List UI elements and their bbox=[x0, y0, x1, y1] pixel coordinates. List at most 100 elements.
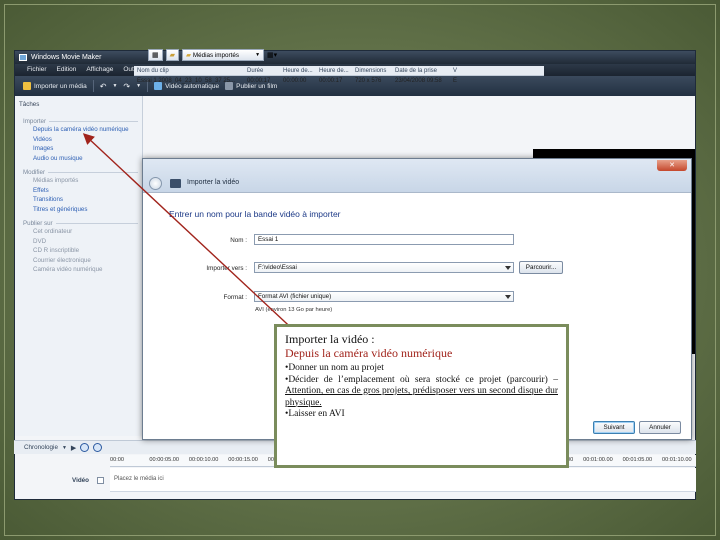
callout-warning: Attention, en cas de gros projets, prédi… bbox=[285, 386, 558, 408]
video-track-label: Vidéo bbox=[72, 477, 90, 484]
window-titlebar: Windows Movie Maker bbox=[15, 51, 695, 64]
task-item[interactable]: Depuis la caméra vidéo numérique bbox=[15, 125, 142, 135]
table-cell: 00:00:17 bbox=[319, 78, 343, 84]
import-to-label: Importer vers : bbox=[206, 265, 247, 272]
browse-button[interactable]: Parcourir... bbox=[519, 261, 563, 274]
collection-dropdown-label: Médias importés bbox=[192, 51, 240, 59]
callout-subtitle: Depuis la caméra vidéo numérique bbox=[285, 346, 453, 360]
zoom-out-icon[interactable] bbox=[93, 443, 103, 452]
ruler-tick-label: 00:01:00.00 bbox=[583, 457, 613, 463]
folder-icon: ▰ bbox=[169, 52, 176, 59]
task-group-label: Publier sur bbox=[23, 220, 53, 227]
column-header[interactable]: V bbox=[450, 66, 460, 75]
task-item[interactable]: Cet ordinateur bbox=[15, 227, 142, 237]
size-info: AVI (environ 13 Go par heure) bbox=[255, 307, 333, 313]
collection-toolbar: ▦ ▰ ▰ Médias importés ▼ ▦▾ bbox=[148, 48, 277, 62]
toolbar-separator bbox=[92, 80, 94, 92]
task-group-label: Modifier bbox=[23, 169, 46, 176]
ruler-tick-label: 00:00 bbox=[110, 457, 124, 463]
task-group-title[interactable]: Importer bbox=[15, 118, 142, 125]
column-header[interactable]: Nom du clip bbox=[134, 66, 244, 75]
table-cell: 23/04/2008 09:58 bbox=[395, 78, 442, 84]
dropdown-arrow-icon: ▼ bbox=[255, 52, 261, 58]
column-header[interactable]: Durée bbox=[244, 66, 280, 75]
next-button[interactable]: Suivant bbox=[593, 421, 635, 434]
format-select[interactable]: Format AVI (fichier unique) bbox=[254, 291, 514, 302]
ruler-tick-label: 00:00:05.00 bbox=[149, 457, 179, 463]
task-item[interactable]: Audio ou musique bbox=[15, 154, 142, 164]
task-list: Importer Depuis la caméra vidéo numérique… bbox=[15, 112, 142, 275]
window-title: Windows Movie Maker bbox=[31, 54, 102, 61]
task-item[interactable]: Images bbox=[15, 144, 142, 154]
menu-item[interactable]: Edition bbox=[57, 64, 77, 76]
view-options-icon[interactable]: ▦▾ bbox=[267, 51, 277, 59]
menu-item[interactable]: Fichier bbox=[27, 64, 47, 76]
table-cell: 720 x 576 bbox=[355, 78, 382, 84]
collection-folder-button[interactable]: ▰ bbox=[165, 49, 180, 61]
task-item[interactable]: CD R inscriptible bbox=[15, 246, 142, 256]
dropdown-arrow-icon[interactable]: ▼ bbox=[112, 83, 117, 89]
table-cell: Essai 1 2008_04_23_10_58_37 25... bbox=[137, 78, 236, 84]
column-header[interactable]: Heure de... bbox=[280, 66, 316, 75]
expand-track-icon[interactable] bbox=[97, 477, 104, 484]
callout-body: •Donner un nom au projet •Décider de l’e… bbox=[285, 363, 558, 421]
chevron-down-icon bbox=[505, 266, 511, 270]
table-header: Nom du clip Durée Heure de... Heure de... Di… bbox=[134, 66, 544, 76]
callout-bullet-text: •Décider de l’emplacement où sera stocké… bbox=[285, 374, 558, 385]
video-track[interactable]: Placez le média ici bbox=[110, 468, 696, 492]
dialog-title: Importer la vidéo bbox=[187, 179, 240, 186]
name-input[interactable]: Essai 1 bbox=[254, 234, 514, 245]
column-header[interactable]: Heure de... bbox=[316, 66, 352, 75]
task-item[interactable]: Titres et génériques bbox=[15, 205, 142, 215]
callout-bullet: •Décider de l’emplacement où sera stocké… bbox=[285, 375, 558, 410]
undo-icon[interactable]: ↶ bbox=[100, 82, 107, 91]
back-button[interactable] bbox=[149, 177, 162, 190]
task-item[interactable]: Caméra vidéo numérique bbox=[15, 265, 142, 275]
dropdown-arrow-icon[interactable]: ▼ bbox=[62, 445, 67, 451]
folder-icon: ▰ bbox=[186, 51, 191, 59]
task-group-title[interactable]: Modifier bbox=[15, 169, 142, 176]
name-label: Nom : bbox=[230, 237, 247, 244]
callout-bullet: •Laisser en AVI bbox=[285, 409, 345, 419]
import-to-select[interactable]: F:\video\Essai bbox=[254, 262, 514, 273]
import-media-button[interactable]: Importer un média bbox=[23, 82, 87, 90]
ruler-tick-label: 00:00:10.00 bbox=[188, 457, 219, 463]
tasks-pane: Tâches Importer Depuis la caméra vidéo nu… bbox=[15, 96, 143, 436]
view-toggle-button[interactable]: ▦ bbox=[148, 49, 163, 61]
dialog-heading: Entrer un nom pour la bande vidéo à impo… bbox=[169, 209, 341, 219]
collection-table: Nom du clip Durée Heure de... Heure de... Di… bbox=[134, 66, 544, 86]
table-body: Essai 1 2008_04_23_10_58_37 25... 00:00:1… bbox=[134, 76, 544, 86]
tasks-title: Tâches bbox=[19, 101, 40, 108]
zoom-in-icon[interactable] bbox=[80, 443, 90, 452]
table-cell: 00:00:00 bbox=[283, 78, 307, 84]
collection-dropdown[interactable]: ▰ Médias importés ▼ bbox=[182, 49, 265, 61]
timeline-label[interactable]: Chronologie bbox=[24, 444, 58, 451]
track-placeholder: Placez le média ici bbox=[114, 476, 164, 482]
task-group-title[interactable]: Publier sur bbox=[15, 220, 142, 227]
task-item[interactable]: Effets bbox=[15, 186, 142, 196]
redo-icon[interactable]: ↷ bbox=[123, 82, 130, 91]
task-item[interactable]: Transitions bbox=[15, 195, 142, 205]
play-icon[interactable]: ▶ bbox=[71, 444, 76, 452]
import-media-label: Importer un média bbox=[34, 82, 87, 90]
table-row[interactable]: Essai 1 2008_04_23_10_58_37 25... 00:00:1… bbox=[134, 76, 544, 86]
close-button[interactable]: ✕ bbox=[657, 160, 687, 171]
task-item[interactable]: Vidéos bbox=[15, 135, 142, 145]
ruler-tick-label: 00:01:10.00 bbox=[662, 457, 692, 463]
format-label: Format : bbox=[223, 294, 247, 301]
task-item[interactable]: Courrier électronique bbox=[15, 256, 142, 266]
column-header[interactable]: Date de la prise bbox=[392, 66, 450, 75]
task-item[interactable]: Médias importés bbox=[15, 176, 142, 186]
cancel-button[interactable]: Annuler bbox=[639, 421, 681, 434]
import-to-value: F:\video\Essai bbox=[258, 264, 297, 271]
chevron-down-icon bbox=[505, 295, 511, 299]
annotation-callout: Importer la vidéo : Depuis la caméra vid… bbox=[274, 324, 569, 468]
column-header[interactable]: Dimensions bbox=[352, 66, 392, 75]
menu-item[interactable]: Affichage bbox=[86, 64, 113, 76]
task-group-label: Importer bbox=[23, 118, 47, 125]
task-item[interactable]: DVD bbox=[15, 237, 142, 247]
table-cell: E bbox=[453, 78, 458, 84]
callout-bullet: •Donner un nom au projet bbox=[285, 363, 384, 373]
camera-icon bbox=[170, 179, 181, 188]
grid-icon: ▦ bbox=[152, 52, 159, 59]
